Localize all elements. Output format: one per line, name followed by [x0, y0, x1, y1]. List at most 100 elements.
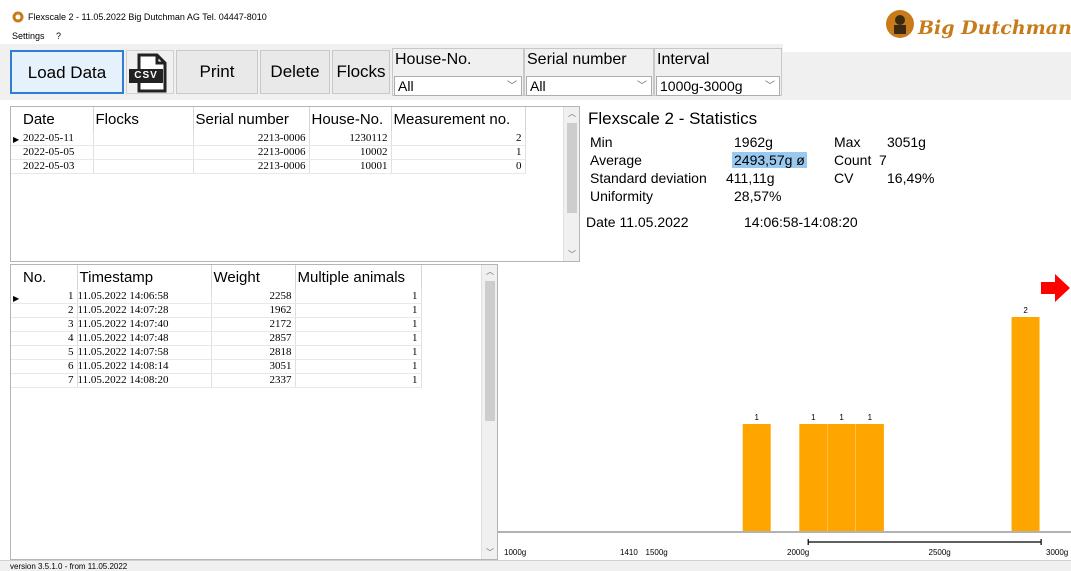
load-data-button[interactable]: Load Data — [10, 50, 124, 94]
toolbar: Load Data CSV Print Delete Flocks House-… — [0, 44, 1071, 100]
scroll-down-icon[interactable]: ﹀ — [564, 249, 579, 260]
scroll-thumb[interactable] — [567, 123, 577, 213]
cell-weight: 1962 — [211, 303, 296, 318]
cell-flocks — [93, 131, 194, 146]
logo-text: Big Dutchman. — [918, 17, 1071, 39]
col-multiple-animals[interactable]: Multiple animals — [295, 265, 422, 289]
stat-uniformity-value: 28,57% — [734, 188, 782, 204]
interval-filter-label: Interval — [657, 51, 710, 68]
flocks-button[interactable]: Flocks — [332, 50, 390, 94]
stat-count-value: 7 — [879, 152, 887, 168]
table-row[interactable]: 4 11.05.2022 14:07:48 2857 1 — [11, 331, 422, 346]
col-flocks[interactable]: Flocks — [93, 107, 194, 131]
logo-mark-icon — [886, 10, 914, 38]
col-date[interactable]: Date — [11, 107, 94, 131]
table-row[interactable]: 2022-05-03 2213-0006 10001 0 — [11, 159, 526, 174]
x-tick-label: 2500g — [929, 548, 951, 557]
x-tick-label: 1500g — [646, 548, 668, 557]
version-text: version 3.5.1.0 - from 11.05.2022 — [10, 562, 128, 571]
cell-multiple-animals: 1 — [295, 331, 422, 346]
cell-multiple-animals: 1 — [295, 303, 422, 318]
flocks-scrollbar[interactable]: ︿ ﹀ — [563, 107, 579, 261]
scroll-up-icon[interactable]: ︿ — [564, 108, 579, 119]
interval-select[interactable]: 1000g-3000g ﹀ — [656, 76, 780, 96]
cell-house: 1230112 — [309, 131, 392, 146]
house-select[interactable]: All ﹀ — [394, 76, 522, 96]
col-no[interactable]: No. — [11, 265, 78, 289]
cell-weight: 2337 — [211, 373, 296, 388]
cell-flocks — [93, 159, 194, 174]
menu-settings[interactable]: Settings — [12, 31, 45, 41]
csv-export-button[interactable]: CSV — [126, 50, 174, 94]
histogram-bar — [742, 424, 771, 531]
delete-button[interactable]: Delete — [260, 50, 330, 94]
col-serial-number[interactable]: Serial number — [193, 107, 310, 131]
stat-min-value: 1962g — [734, 134, 773, 150]
col-measurement-no[interactable]: Measurement no. — [391, 107, 526, 131]
next-arrow-icon — [1041, 274, 1070, 302]
table-row[interactable]: 2022-05-11 2213-0006 1230112 2 — [11, 131, 526, 146]
stat-time-range: 14:06:58-14:08:20 — [744, 214, 858, 230]
histogram-bar — [827, 424, 856, 531]
cell-house: 10002 — [309, 145, 392, 160]
table-row[interactable]: 2022-05-05 2213-0006 10002 1 — [11, 145, 526, 160]
house-filter: House-No. All ﹀ — [392, 48, 524, 96]
col-house-no[interactable]: House-No. — [309, 107, 392, 131]
serial-filter-label: Serial number — [527, 51, 627, 68]
cell-flocks — [93, 145, 194, 160]
bar-count-label: 1 — [839, 413, 844, 422]
app-icon — [12, 11, 24, 23]
cell-timestamp: 11.05.2022 14:08:14 — [77, 359, 212, 374]
csv-label: CSV — [134, 70, 158, 81]
cell-multiple-animals: 1 — [295, 317, 422, 332]
stat-min-label: Min — [590, 134, 613, 150]
col-weight[interactable]: Weight — [211, 265, 296, 289]
cell-no: 6 — [11, 359, 78, 374]
histogram-bar — [855, 424, 884, 531]
cell-weight: 2172 — [211, 317, 296, 332]
flocks-table: Date Flocks Serial number House-No. Meas… — [11, 107, 526, 174]
window-title: Flexscale 2 - 11.05.2022 Big Dutchman AG… — [28, 12, 267, 22]
serial-select[interactable]: All ﹀ — [526, 76, 652, 96]
x-tick-label: 1410 — [620, 548, 638, 557]
big-dutchman-logo: Big Dutchman. — [783, 4, 1071, 52]
table-row[interactable]: 2 11.05.2022 14:07:28 1962 1 — [11, 303, 422, 318]
scroll-down-icon[interactable]: ﹀ — [482, 547, 497, 558]
cell-multiple-animals: 1 — [295, 359, 422, 374]
table-row[interactable]: 7 11.05.2022 14:08:20 2337 1 — [11, 373, 422, 388]
weight-histogram: 1 1 1 1 2 1000g 1410 1500g 2000g 2500g 3000g — [498, 264, 1071, 560]
statistics-panel: Flexscale 2 - Statistics Min 1962g Max 3… — [582, 106, 1071, 262]
cell-timestamp: 11.05.2022 14:07:40 — [77, 317, 212, 332]
cell-timestamp: 11.05.2022 14:07:48 — [77, 331, 212, 346]
scroll-up-icon[interactable]: ︿ — [482, 266, 497, 277]
cell-timestamp: 11.05.2022 14:07:28 — [77, 303, 212, 318]
flocks-table-panel: Date Flocks Serial number House-No. Meas… — [10, 106, 580, 262]
interval-filter: Interval 1000g-3000g ﹀ — [654, 48, 782, 96]
chevron-down-icon: ﹀ — [507, 81, 517, 92]
table-row[interactable]: 3 11.05.2022 14:07:40 2172 1 — [11, 317, 422, 332]
measurements-table: No. Timestamp Weight Multiple animals 11… — [11, 265, 422, 388]
cell-multiple-animals: 1 — [295, 289, 422, 304]
table-row[interactable]: 1 11.05.2022 14:06:58 2258 1 — [11, 289, 422, 304]
cell-no: 4 — [11, 331, 78, 346]
stat-average-label: Average — [590, 152, 642, 168]
stat-date: Date 11.05.2022 — [586, 214, 689, 230]
menu-help[interactable]: ? — [56, 31, 61, 41]
cell-multiple-animals: 1 — [295, 373, 422, 388]
cell-date: 2022-05-05 — [11, 145, 94, 160]
table-row[interactable]: 5 11.05.2022 14:07:58 2818 1 — [11, 345, 422, 360]
col-timestamp[interactable]: Timestamp — [77, 265, 212, 289]
bar-count-label: 1 — [868, 413, 873, 422]
house-select-value: All — [398, 78, 414, 94]
measurements-scrollbar[interactable]: ︿ ﹀ — [481, 265, 497, 559]
bar-count-label: 1 — [754, 413, 759, 422]
cell-measurement: 2 — [391, 131, 526, 146]
bar-count-label: 1 — [811, 413, 816, 422]
table-row[interactable]: 6 11.05.2022 14:08:14 3051 1 — [11, 359, 422, 374]
scroll-thumb[interactable] — [485, 281, 495, 421]
cell-weight: 3051 — [211, 359, 296, 374]
print-button[interactable]: Print — [176, 50, 258, 94]
cell-no: 5 — [11, 345, 78, 360]
chevron-down-icon: ﹀ — [637, 81, 647, 92]
stats-title: Flexscale 2 - Statistics — [588, 109, 758, 128]
